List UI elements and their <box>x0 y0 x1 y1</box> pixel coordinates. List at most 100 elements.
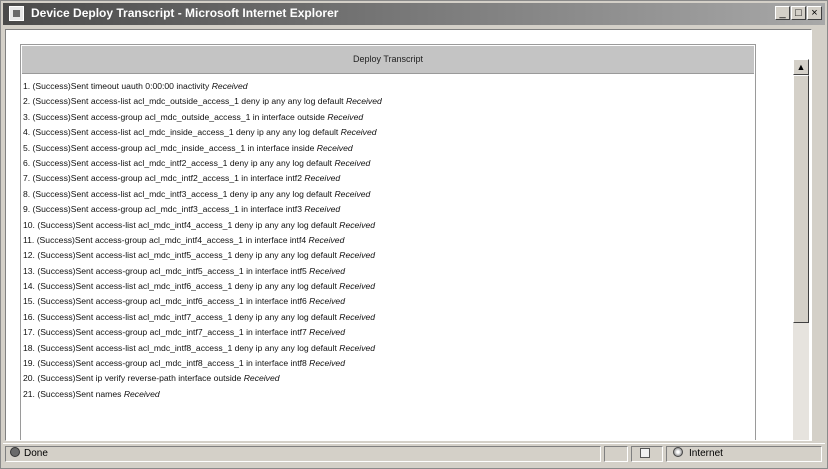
page-content-area: Deploy Transcript 1. (Success)Sent timeo… <box>5 29 812 441</box>
line-status: Received <box>304 204 341 215</box>
line-prefix: 19. (Success) <box>23 358 76 369</box>
line-command: Sent access-group acl_mdc_intf3_access_1… <box>70 204 302 215</box>
transcript-line: 5. (Success)Sent access-group acl_mdc_in… <box>23 141 382 156</box>
line-prefix: 4. (Success) <box>23 127 71 138</box>
window-title: Device Deploy Transcript - Microsoft Int… <box>31 6 339 20</box>
line-status: Received <box>304 173 341 184</box>
line-status: Received <box>211 81 248 91</box>
line-command: Sent access-group acl_mdc_intf8_access_1… <box>75 358 307 369</box>
status-text: Done <box>24 448 48 459</box>
line-status: Received <box>309 358 345 369</box>
status-message: Done <box>5 446 601 462</box>
line-command: Sent access-group acl_mdc_outside_access… <box>70 111 325 122</box>
vertical-scrollbar[interactable]: ▲ ▼ <box>793 59 809 440</box>
line-prefix: 8. (Success) <box>23 188 71 199</box>
line-command: Sent access-list acl_mdc_intf7_access_1 … <box>75 311 337 322</box>
line-status: Received <box>309 296 345 307</box>
transcript-line: 9. (Success)Sent access-group acl_mdc_in… <box>23 202 382 217</box>
transcript-line: 13. (Success)Sent access-group acl_mdc_i… <box>23 264 382 279</box>
transcript-line: 1. (Success)Sent timeout uauth 0:00:00 i… <box>23 79 382 94</box>
line-command: Sent access-list acl_mdc_intf4_access_1 … <box>75 219 337 230</box>
line-prefix: 9. (Success) <box>23 204 71 215</box>
line-command: Sent access-group acl_mdc_intf5_access_1… <box>75 265 307 276</box>
line-status: Received <box>339 250 376 261</box>
transcript-line: 16. (Success)Sent access-list acl_mdc_in… <box>23 310 382 325</box>
line-prefix: 3. (Success) <box>23 111 71 122</box>
line-prefix: 2. (Success) <box>23 96 71 107</box>
scroll-thumb[interactable] <box>793 75 809 323</box>
zone-text: Internet <box>689 448 723 459</box>
globe-icon <box>673 447 683 458</box>
line-status: Received <box>340 127 377 138</box>
line-prefix: 6. (Success) <box>23 157 71 168</box>
window-controls: _ □ × <box>774 6 822 20</box>
transcript-line: 12. (Success)Sent access-list acl_mdc_in… <box>23 248 382 263</box>
title-bar[interactable]: Device Deploy Transcript - Microsoft Int… <box>3 3 825 25</box>
status-panel-security <box>631 446 663 462</box>
line-command: Sent access-list acl_mdc_intf2_access_1 … <box>70 157 333 168</box>
line-command: Sent access-list acl_mdc_intf8_access_1 … <box>75 342 337 353</box>
transcript-line: 20. (Success)Sent ip verify reverse-path… <box>23 371 382 386</box>
transcript-line: 21. (Success)Sent names Received <box>23 387 382 402</box>
line-status: Received <box>327 111 364 122</box>
line-status: Received <box>309 327 345 338</box>
transcript-header: Deploy Transcript <box>22 46 754 74</box>
line-status: Received <box>339 219 376 230</box>
minimize-button[interactable]: _ <box>775 6 790 20</box>
ie-page-icon <box>9 6 24 21</box>
transcript-line: 3. (Success)Sent access-group acl_mdc_ou… <box>23 110 382 125</box>
line-prefix: 15. (Success) <box>23 296 76 307</box>
ie-icon <box>10 447 20 458</box>
line-command: Sent access-list acl_mdc_intf6_access_1 … <box>75 281 337 292</box>
lock-icon <box>640 448 650 458</box>
transcript-line: 18. (Success)Sent access-list acl_mdc_in… <box>23 341 382 356</box>
line-command: Sent access-group acl_mdc_intf6_access_1… <box>75 296 307 307</box>
line-status: Received <box>345 96 382 107</box>
line-prefix: 7. (Success) <box>23 173 71 184</box>
line-prefix: 11. (Success) <box>23 234 75 245</box>
scroll-up-button[interactable]: ▲ <box>793 59 809 75</box>
line-status: Received <box>339 311 376 322</box>
line-status: Received <box>243 373 280 384</box>
line-prefix: 17. (Success) <box>23 327 76 338</box>
transcript-line: 17. (Success)Sent access-group acl_mdc_i… <box>23 325 382 340</box>
line-prefix: 16. (Success) <box>23 311 76 322</box>
line-prefix: 12. (Success) <box>23 250 76 261</box>
status-zone: Internet <box>666 446 822 462</box>
line-prefix: 21. (Success) <box>23 388 76 399</box>
line-prefix: 13. (Success) <box>23 265 76 276</box>
transcript-line: 10. (Success)Sent access-list acl_mdc_in… <box>23 218 382 233</box>
line-command: Sent access-list acl_mdc_outside_access_… <box>70 96 344 107</box>
line-status: Received <box>308 234 345 245</box>
line-command: Sent access-group acl_mdc_intf2_access_1… <box>70 173 302 184</box>
transcript-line: 7. (Success)Sent access-group acl_mdc_in… <box>23 171 382 186</box>
line-status: Received <box>123 388 160 399</box>
transcript-line: 4. (Success)Sent access-list acl_mdc_ins… <box>23 125 382 140</box>
line-prefix: 20. (Success) <box>23 373 76 384</box>
line-status: Received <box>339 342 376 353</box>
line-prefix: 14. (Success) <box>23 281 76 292</box>
line-prefix: 10. (Success) <box>23 219 76 230</box>
transcript-line: 15. (Success)Sent access-group acl_mdc_i… <box>23 294 382 309</box>
line-prefix: 1. (Success) <box>23 81 71 91</box>
line-command: Sent access-list acl_mdc_intf3_access_1 … <box>70 188 333 199</box>
transcript-line: 14. (Success)Sent access-list acl_mdc_in… <box>23 279 382 294</box>
maximize-button[interactable]: □ <box>791 6 806 20</box>
close-button[interactable]: × <box>807 6 822 20</box>
status-panel-empty <box>604 446 628 462</box>
transcript-line: 2. (Success)Sent access-list acl_mdc_out… <box>23 94 382 109</box>
line-command: Sent access-list acl_mdc_intf5_access_1 … <box>75 250 337 261</box>
transcript-line: 8. (Success)Sent access-list acl_mdc_int… <box>23 187 382 202</box>
transcript-table: Deploy Transcript 1. (Success)Sent timeo… <box>20 44 756 440</box>
line-command: Sent ip verify reverse-path interface ou… <box>75 373 242 384</box>
line-command: Sent access-group acl_mdc_inside_access_… <box>70 142 315 153</box>
line-prefix: 5. (Success) <box>23 142 71 153</box>
page-body: Deploy Transcript 1. (Success)Sent timeo… <box>6 30 811 440</box>
status-bar: Done Internet <box>3 443 825 466</box>
line-command: Sent access-list acl_mdc_inside_access_1… <box>70 127 339 138</box>
line-status: Received <box>316 142 353 153</box>
transcript-lines: 1. (Success)Sent timeout uauth 0:00:00 i… <box>23 79 382 402</box>
line-prefix: 18. (Success) <box>23 342 76 353</box>
transcript-line: 6. (Success)Sent access-list acl_mdc_int… <box>23 156 382 171</box>
line-status: Received <box>334 188 371 199</box>
